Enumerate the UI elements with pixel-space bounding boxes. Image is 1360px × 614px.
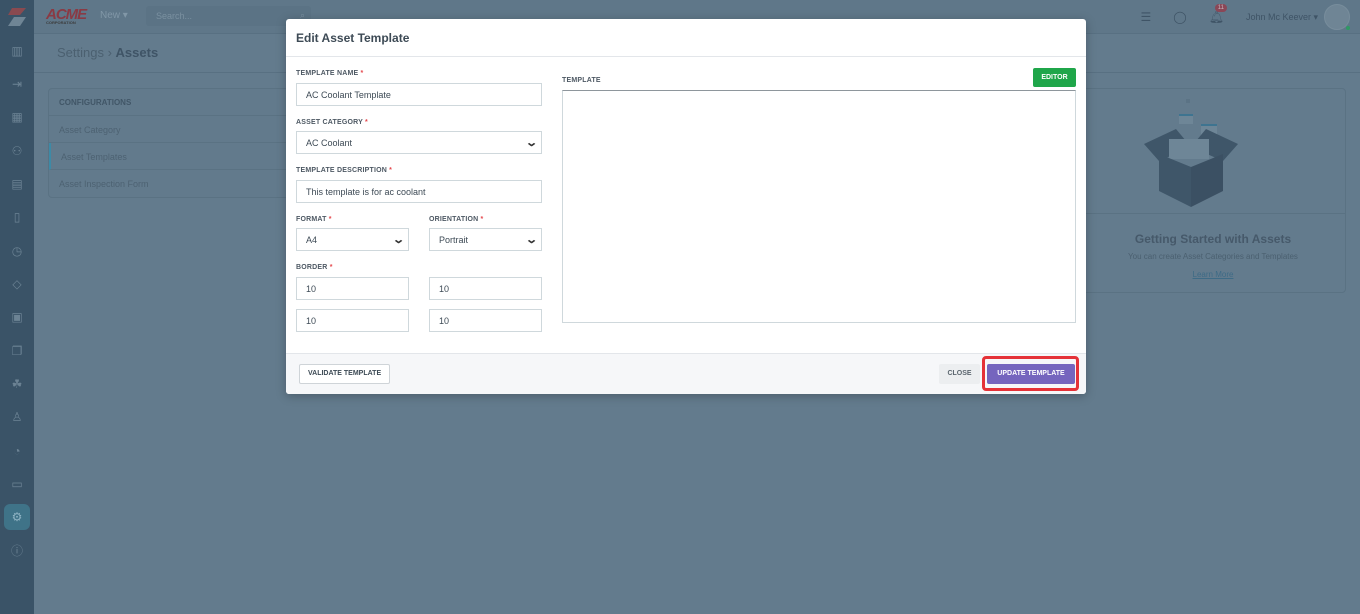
map-icon[interactable]: ▯: [4, 204, 30, 230]
asset-category-label: ASSET CATEGORY *: [296, 119, 368, 126]
app-logo-icon[interactable]: [6, 6, 28, 28]
new-label: New: [100, 10, 121, 21]
config-item-asset-category[interactable]: Asset Category: [49, 116, 307, 143]
company-logo[interactable]: ACME CORPORATION: [46, 6, 87, 25]
calendar-icon[interactable]: ▦: [4, 104, 30, 130]
configurations-header: CONFIGURATIONS: [49, 89, 307, 116]
select-value: AC Coolant: [306, 138, 353, 148]
chevron-down-icon: ⌄: [391, 234, 405, 246]
team-icon[interactable]: ☘: [4, 371, 30, 397]
required-mark: *: [329, 264, 333, 271]
config-item-asset-templates[interactable]: Asset Templates: [49, 143, 307, 170]
tag-icon[interactable]: ◇: [4, 271, 30, 297]
editor-button[interactable]: EDITOR: [1033, 68, 1076, 87]
orientation-label: ORIENTATION *: [429, 216, 483, 223]
format-select[interactable]: A4 ⌄: [296, 228, 409, 251]
chevron-down-icon: ⌄: [524, 234, 538, 246]
template-description-label: TEMPLATE DESCRIPTION *: [296, 167, 392, 174]
sidebar: ▥ ⇥ ▦ ⚇ ▤ ▯ ◷ ◇ ▣ ❐ ☘ ♙ ◔ ▭ ⚙ ⓘ: [0, 0, 34, 614]
notification-badge: 11: [1214, 4, 1227, 12]
edit-asset-template-modal: Edit Asset Template TEMPLATE NAME * AC C…: [286, 19, 1086, 394]
template-label: TEMPLATE: [562, 77, 601, 84]
label-text: BORDER: [296, 264, 328, 271]
breadcrumb-current: Assets: [115, 45, 159, 60]
learn-more-link[interactable]: Learn More: [1081, 270, 1345, 279]
user-menu[interactable]: John Mc Keever ▾: [1246, 12, 1318, 23]
label-text: ASSET CATEGORY: [296, 119, 363, 126]
new-menu-button[interactable]: New ▾: [100, 10, 128, 21]
monitor-icon[interactable]: ▭: [4, 471, 30, 497]
modal-title: Edit Asset Template: [286, 19, 1086, 57]
template-name-label: TEMPLATE NAME *: [296, 70, 363, 77]
border-left-input[interactable]: 10: [429, 309, 542, 332]
border-right-input[interactable]: 10: [429, 277, 542, 300]
palette-icon[interactable]: ◔: [4, 438, 30, 464]
required-mark: *: [365, 119, 368, 126]
open-box-illustration-icon: [1144, 99, 1238, 207]
getting-started-card: Getting Started with Assets You can crea…: [1080, 88, 1346, 293]
user-icon[interactable]: ♙: [4, 404, 30, 430]
border-label: BORDER *: [296, 264, 333, 271]
asset-category-select[interactable]: AC Coolant ⌄: [296, 131, 542, 154]
chat-icon[interactable]: ◯: [1173, 10, 1186, 24]
documents-icon[interactable]: ❐: [4, 338, 30, 364]
border-bottom-input[interactable]: 10: [296, 309, 409, 332]
notification-bell-icon[interactable]: 🔔︎ 11: [1209, 4, 1227, 24]
reports-icon[interactable]: ▥: [4, 38, 30, 64]
label-text: FORMAT: [296, 216, 327, 223]
label-text: TEMPLATE NAME: [296, 70, 359, 77]
config-item-asset-inspection-form[interactable]: Asset Inspection Form: [49, 170, 307, 197]
avatar[interactable]: [1324, 4, 1350, 30]
select-value: Portrait: [439, 235, 469, 245]
template-textarea[interactable]: [562, 90, 1076, 323]
help-icon[interactable]: ⓘ: [4, 537, 30, 563]
label-text: TEMPLATE DESCRIPTION: [296, 167, 387, 174]
breadcrumb-settings[interactable]: Settings: [57, 45, 104, 60]
validate-template-button[interactable]: VALIDATE TEMPLATE: [299, 364, 391, 384]
required-mark: *: [328, 216, 332, 223]
settings-icon[interactable]: ⚙: [4, 504, 30, 530]
label-text: ORIENTATION: [429, 216, 479, 223]
getting-started-subtitle: You can create Asset Categories and Temp…: [1128, 252, 1298, 261]
template-name-input[interactable]: AC Coolant Template: [296, 83, 542, 106]
close-button[interactable]: CLOSE: [939, 364, 980, 384]
required-mark: *: [389, 167, 393, 174]
list-icon[interactable]: ☰: [1141, 10, 1152, 24]
logout-icon[interactable]: ⇥: [4, 71, 30, 97]
chevron-down-icon: ⌄: [524, 137, 538, 149]
required-mark: *: [480, 216, 484, 223]
format-label: FORMAT *: [296, 216, 332, 223]
modal-footer: VALIDATE TEMPLATE CLOSE UPDATE TEMPLATE: [286, 353, 1086, 394]
required-mark: *: [360, 70, 364, 77]
search-placeholder: Search...: [156, 11, 193, 21]
building-icon[interactable]: ▤: [4, 171, 30, 197]
border-top-input[interactable]: 10: [296, 277, 409, 300]
user-name: John Mc Keever: [1245, 11, 1311, 22]
checklist-icon[interactable]: ▣: [4, 304, 30, 330]
orientation-select[interactable]: Portrait ⌄: [429, 228, 542, 251]
clock-icon[interactable]: ◷: [4, 238, 30, 264]
contacts-icon[interactable]: ⚇: [4, 138, 30, 164]
template-description-input[interactable]: This template is for ac coolant: [296, 180, 542, 203]
configurations-panel: CONFIGURATIONS Asset Category Asset Temp…: [48, 88, 308, 198]
getting-started-title: Getting Started with Assets: [1134, 232, 1292, 246]
highlight-box: [982, 356, 1079, 391]
select-value: A4: [306, 235, 318, 245]
